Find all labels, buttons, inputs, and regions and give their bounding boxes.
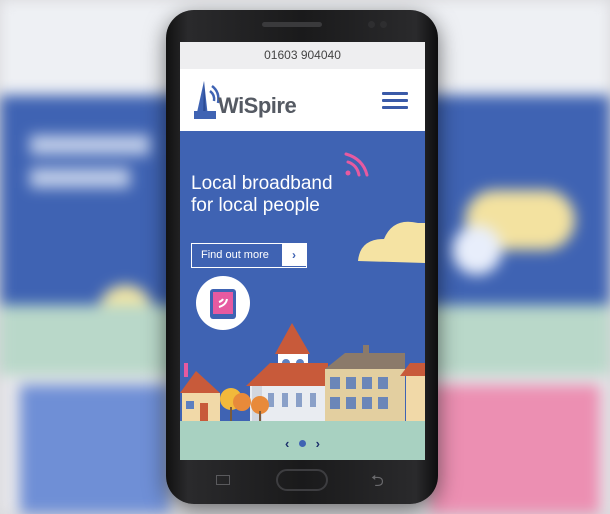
bg-hero-text-2 — [30, 168, 130, 188]
hero-headline: Local broadband for local people — [191, 173, 391, 217]
hero-headline-line-2: for local people — [191, 195, 320, 216]
site-logo[interactable]: WiSpire — [194, 77, 304, 123]
hamburger-menu-icon[interactable] — [382, 92, 408, 110]
carousel-pager: ‹ › — [180, 435, 425, 451]
bg-circle — [452, 225, 502, 275]
phone-device: 01603 904040 WiSpire Local broadband for… — [166, 10, 438, 504]
phone-number[interactable]: 01603 904040 — [264, 48, 341, 62]
recents-icon[interactable] — [216, 475, 230, 485]
find-out-more-button[interactable]: Find out more › — [191, 243, 307, 268]
site-header: WiSpire — [180, 69, 425, 131]
carousel-dot[interactable] — [299, 440, 306, 448]
sensor-icon — [380, 21, 387, 28]
hero-headline-line-1: Local broadband — [191, 173, 333, 194]
phone-nav-bar: ⮌ — [166, 462, 438, 504]
speaker-grille — [262, 22, 322, 27]
home-button[interactable] — [276, 469, 328, 491]
hero-banner: Local broadband for local people Find ou… — [180, 131, 425, 460]
bg-block-pink — [430, 385, 600, 514]
find-out-more-label: Find out more — [201, 249, 269, 261]
bg-hero-text — [30, 135, 150, 155]
carousel-prev-icon[interactable]: ‹ — [285, 436, 289, 451]
back-icon[interactable]: ⮌ — [371, 470, 384, 497]
camera-icon — [368, 21, 375, 28]
carousel-next-icon[interactable]: › — [316, 436, 320, 451]
phone-number-bar[interactable]: 01603 904040 — [180, 42, 425, 69]
chevron-right-icon: › — [282, 244, 306, 266]
logo-text: WiSpire — [218, 93, 297, 118]
bg-block-blue — [20, 385, 170, 514]
phone-screen: 01603 904040 WiSpire Local broadband for… — [180, 42, 425, 460]
